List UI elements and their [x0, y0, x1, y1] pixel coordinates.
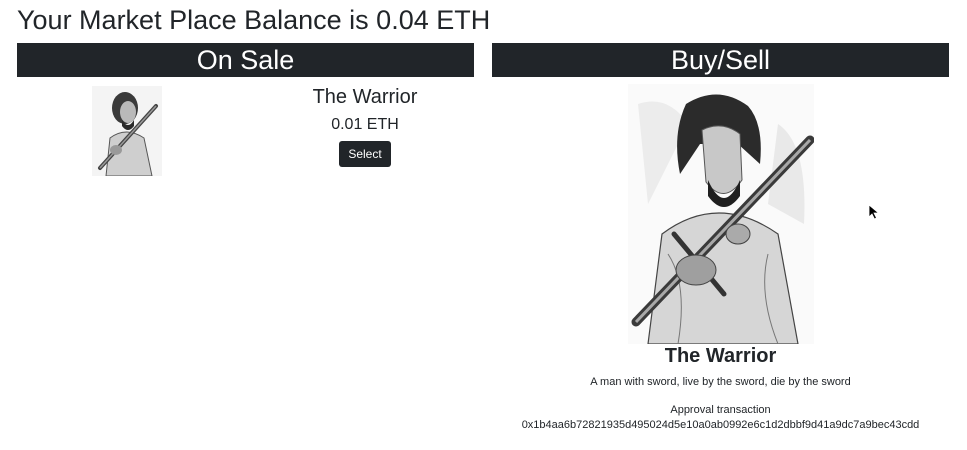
sale-item-price: 0.01 ETH — [331, 116, 399, 133]
marketplace-page: Your Market Place Balance is 0.04 ETH On… — [0, 0, 967, 450]
warrior-thumbnail — [92, 86, 162, 177]
approval-transaction-label: Approval transaction — [670, 404, 771, 416]
balance-heading: Your Market Place Balance is 0.04 ETH — [17, 5, 491, 35]
sale-item-name: The Warrior — [312, 86, 418, 108]
detail-item-description: A man with sword, live by the sword, die… — [590, 376, 851, 388]
mouse-pointer-icon — [868, 204, 880, 220]
detail-item-name: The Warrior — [664, 345, 777, 367]
transaction-hash: 0x1b4aa6b72821935d495024d5e10a0ab0992e6c… — [521, 419, 920, 431]
warrior-detail-image — [628, 84, 815, 345]
item-detail: The Warrior A man with sword, live by th… — [492, 345, 949, 432]
buy-sell-header: Buy/Sell — [492, 43, 949, 77]
on-sale-header: On Sale — [17, 43, 474, 77]
sale-item-info: The Warrior 0.01 ETH Select — [290, 86, 440, 167]
select-button[interactable]: Select — [339, 141, 391, 167]
